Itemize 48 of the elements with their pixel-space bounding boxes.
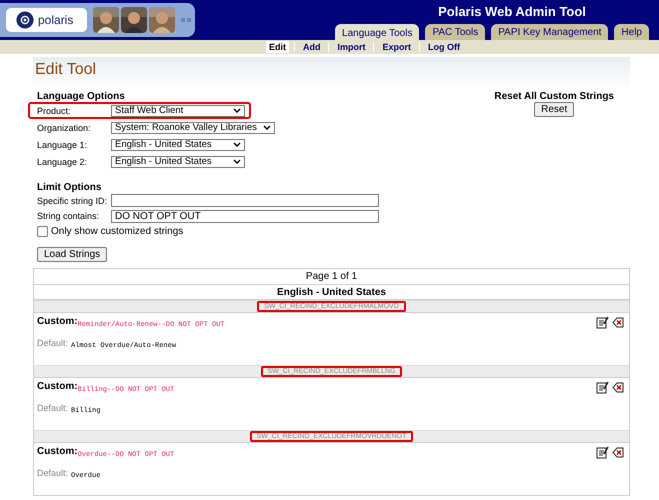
chevron-icon [233,108,241,113]
logo-text: polaris [38,13,74,27]
input-field[interactable]: DO NOT OPT OUT [111,210,379,223]
edit-icon[interactable] [596,316,609,329]
subnav-link[interactable]: Import [334,41,368,53]
checkbox-label: Only show customized strings [51,226,184,237]
chevron-icon [233,159,241,164]
nav-tab[interactable]: PAC Tools [425,24,486,40]
field-label: Product: [37,106,72,116]
dropdown[interactable]: English - United States [111,156,245,168]
compass-icon [16,11,34,29]
pager-text: Page 1 of 1 [34,269,629,285]
field-label: Organization: [37,122,92,132]
checkbox[interactable] [37,226,48,237]
field-label: String contains: [37,211,100,222]
field-label: Language 1: [37,140,88,150]
field-label: Language 2: [37,156,88,166]
revert-icon[interactable] [611,381,624,394]
nav-tab[interactable]: PAPI Key Management [491,24,608,40]
default-label: Default: [37,403,70,413]
dropdown[interactable]: System: Roanoke Valley Libraries [111,122,275,134]
edit-icon[interactable] [596,381,609,394]
revert-icon[interactable] [611,316,624,329]
section-heading: Limit Options [37,182,102,193]
section-heading: Language Options [37,91,126,102]
revert-icon[interactable] [611,446,624,459]
chevron-icon [262,125,271,130]
default-label: Default: [37,338,70,348]
dropdown[interactable]: Staff Web Client [111,104,245,116]
nav-tab[interactable]: Language Tools [335,24,420,41]
section-heading: Reset All Custom Strings [494,91,614,102]
nav-tab[interactable]: Help [614,24,649,40]
subnav-link[interactable]: Log Off [425,41,463,53]
reset-button[interactable]: Reset [534,102,574,117]
subnav-link[interactable]: Export [379,41,414,53]
dropdown[interactable]: English - United States [111,138,245,150]
input-field[interactable] [111,194,379,208]
chevron-icon [233,142,241,147]
app-title: Polaris Web Admin Tool [438,4,586,19]
field-label: Specific string ID: [37,196,108,206]
subnav-link[interactable]: Edit [266,41,289,53]
custom-label: Custom: [37,381,78,392]
default-label: Default: [37,468,70,478]
load-strings-button[interactable]: Load Strings [37,247,108,262]
edit-icon[interactable] [596,446,609,459]
custom-label: Custom: [37,316,78,327]
custom-label: Custom: [37,446,78,457]
subnav-link[interactable]: Add [300,41,324,53]
